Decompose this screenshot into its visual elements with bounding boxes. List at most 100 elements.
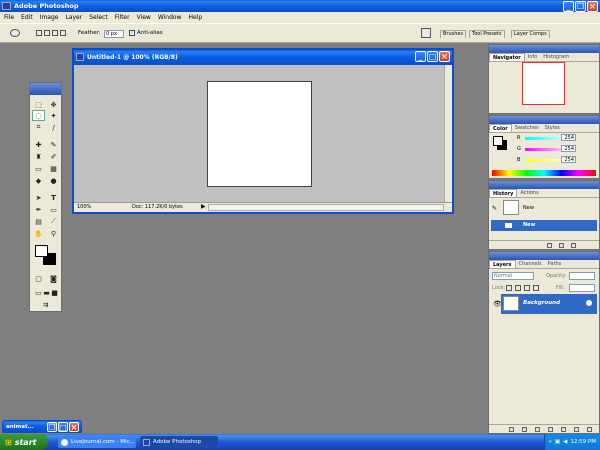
- tab-history[interactable]: History: [489, 189, 518, 197]
- lock-all-icon[interactable]: [533, 285, 539, 291]
- hand-tool-icon[interactable]: ✋: [32, 228, 45, 239]
- new-document-from-state-icon[interactable]: [547, 243, 552, 248]
- layer-row-background[interactable]: Background: [501, 294, 597, 314]
- blend-mode-select[interactable]: Normal: [492, 272, 534, 280]
- color-palette-header[interactable]: [489, 116, 599, 124]
- marquee-tool-icon[interactable]: ⬚: [32, 99, 45, 110]
- doc-close-button[interactable]: ×: [439, 51, 450, 62]
- tab-layers[interactable]: Layers: [489, 260, 516, 268]
- crop-tool-icon[interactable]: ⌗: [32, 122, 45, 133]
- antialias-checkbox[interactable]: ✓: [129, 30, 135, 36]
- opacity-input[interactable]: [569, 272, 595, 280]
- trash-icon[interactable]: [571, 243, 576, 248]
- tab-navigator[interactable]: Navigator: [489, 53, 525, 61]
- menu-help[interactable]: Help: [189, 14, 203, 21]
- dodge-tool-icon[interactable]: ●: [47, 175, 60, 186]
- pen-tool-icon[interactable]: ✒: [32, 204, 45, 215]
- taskbar-item-livejournal[interactable]: LiveJournal.com - Mic...: [58, 436, 136, 448]
- path-selection-tool-icon[interactable]: ➤: [32, 192, 45, 203]
- menu-select[interactable]: Select: [89, 14, 108, 21]
- tab-swatches[interactable]: Swatches: [512, 124, 542, 132]
- new-snapshot-icon[interactable]: [559, 243, 564, 248]
- menu-file[interactable]: File: [4, 14, 14, 21]
- zoom-level[interactable]: 100%: [77, 204, 91, 210]
- menu-edit[interactable]: Edit: [21, 14, 33, 21]
- gradient-tool-icon[interactable]: ▦: [47, 163, 60, 174]
- notes-tool-icon[interactable]: ▤: [32, 216, 45, 227]
- link-layers-icon[interactable]: [509, 427, 514, 432]
- tab-actions[interactable]: Actions: [517, 189, 541, 197]
- start-button[interactable]: ⊞ start: [0, 434, 48, 450]
- tab-channels[interactable]: Channels: [516, 260, 545, 268]
- eraser-tool-icon[interactable]: ▭: [32, 163, 45, 174]
- network-icon[interactable]: ▣: [555, 439, 560, 445]
- type-tool-icon[interactable]: T: [47, 192, 60, 203]
- mini-maximize-button[interactable]: □: [58, 422, 68, 432]
- blue-value[interactable]: 254: [561, 156, 576, 163]
- layers-palette-header[interactable]: [489, 252, 599, 260]
- move-tool-icon[interactable]: ✥: [47, 99, 60, 110]
- standard-mode-icon[interactable]: ▢: [32, 273, 45, 284]
- magic-wand-tool-icon[interactable]: ✦: [47, 110, 60, 121]
- brush-tool-icon[interactable]: ✎: [47, 139, 60, 150]
- new-selection-icon[interactable]: [36, 30, 42, 36]
- zoom-tool-icon[interactable]: ⚲: [47, 228, 60, 239]
- menu-layer[interactable]: Layer: [65, 14, 82, 21]
- menu-window[interactable]: Window: [158, 14, 182, 21]
- lock-transparency-icon[interactable]: [506, 285, 512, 291]
- menu-view[interactable]: View: [137, 14, 151, 21]
- clone-stamp-tool-icon[interactable]: ♜: [32, 151, 45, 162]
- full-screen-mode-icon[interactable]: ■: [48, 287, 61, 298]
- new-layer-icon[interactable]: [574, 427, 579, 432]
- horizontal-scrollbar[interactable]: [208, 204, 444, 211]
- fill-input[interactable]: [569, 284, 595, 292]
- vertical-scrollbar[interactable]: [444, 65, 452, 202]
- new-group-icon[interactable]: [561, 427, 566, 432]
- tab-styles[interactable]: Styles: [542, 124, 563, 132]
- tab-layer-comps[interactable]: Layer Comps: [511, 30, 550, 38]
- color-ramp[interactable]: [492, 170, 596, 176]
- tab-info[interactable]: Info: [525, 53, 540, 61]
- layer-style-icon[interactable]: [522, 427, 527, 432]
- restore-button[interactable]: ❐: [575, 1, 586, 12]
- tab-paths[interactable]: Paths: [545, 260, 565, 268]
- history-brush-tool-icon[interactable]: ✐: [47, 151, 60, 162]
- tools-palette-header[interactable]: [30, 83, 61, 95]
- minimized-window[interactable]: animat... ❐ □ ×: [2, 420, 82, 433]
- healing-brush-tool-icon[interactable]: ✚: [32, 139, 45, 150]
- navigator-preview[interactable]: [522, 62, 565, 105]
- close-button[interactable]: ×: [587, 1, 598, 12]
- delete-layer-icon[interactable]: [587, 427, 592, 432]
- blur-tool-icon[interactable]: ◆: [32, 175, 45, 186]
- tray-arrow-icon[interactable]: «: [549, 439, 552, 445]
- menu-filter[interactable]: Filter: [115, 14, 130, 21]
- jump-to-imageready-icon[interactable]: ⇉: [39, 299, 52, 310]
- minimize-button[interactable]: _: [563, 1, 574, 12]
- mini-close-button[interactable]: ×: [69, 422, 79, 432]
- tab-brushes[interactable]: Brushes: [440, 30, 467, 38]
- history-step-row[interactable]: New: [491, 220, 597, 231]
- slice-tool-icon[interactable]: ∕: [47, 122, 60, 133]
- shape-tool-icon[interactable]: ▭: [47, 204, 60, 215]
- tab-histogram[interactable]: Histogram: [540, 53, 572, 61]
- new-fill-layer-icon[interactable]: [548, 427, 553, 432]
- subtract-selection-icon[interactable]: [52, 30, 58, 36]
- lock-pixels-icon[interactable]: [515, 285, 521, 291]
- status-menu-arrow-icon[interactable]: ▶: [201, 203, 206, 210]
- eyedropper-tool-icon[interactable]: ⟋: [47, 216, 60, 227]
- red-value[interactable]: 254: [561, 134, 576, 141]
- history-brush-source-icon[interactable]: ✎: [492, 205, 497, 212]
- menu-image[interactable]: Image: [40, 14, 59, 21]
- feather-input[interactable]: 0 px: [104, 30, 124, 38]
- doc-minimize-button[interactable]: _: [415, 51, 426, 62]
- doc-maximize-button[interactable]: □: [427, 51, 438, 62]
- lasso-preset-icon[interactable]: [10, 29, 20, 37]
- foreground-color-swatch[interactable]: [35, 245, 48, 257]
- palette-well-icon[interactable]: [421, 28, 431, 38]
- volume-icon[interactable]: ◀: [563, 439, 567, 445]
- tab-color[interactable]: Color: [489, 124, 512, 132]
- quick-mask-mode-icon[interactable]: ◙: [47, 273, 60, 284]
- lock-position-icon[interactable]: [524, 285, 530, 291]
- mini-restore-button[interactable]: ❐: [47, 422, 57, 432]
- tab-tool-presets[interactable]: Tool Presets: [469, 30, 505, 38]
